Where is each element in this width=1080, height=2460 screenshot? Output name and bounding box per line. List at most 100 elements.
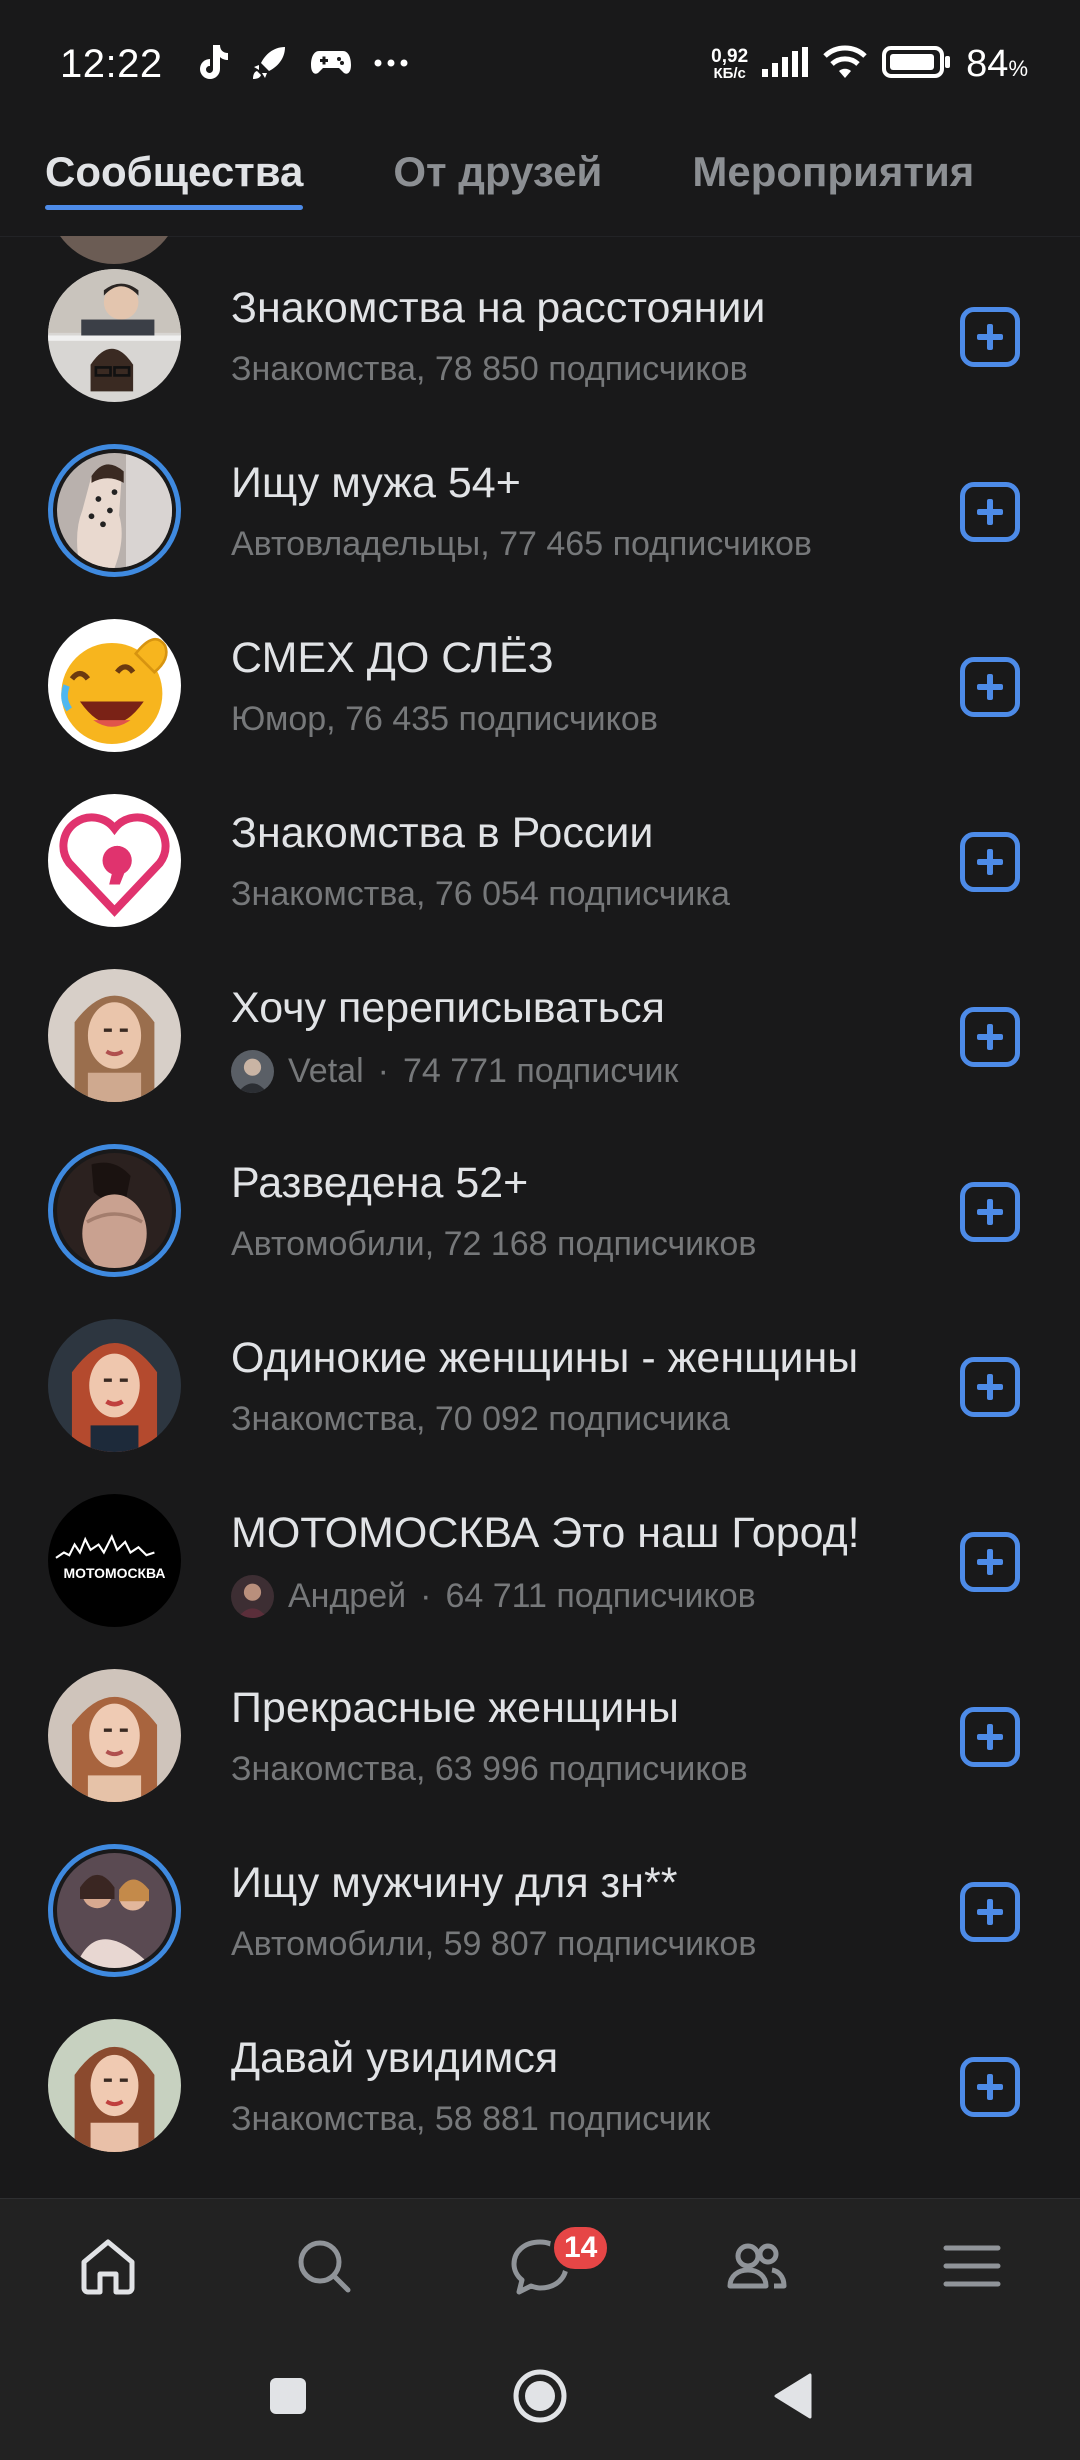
- community-meta: Автомобили, 72 168 подписчиков: [231, 1225, 757, 1263]
- home-button[interactable]: [510, 2366, 570, 2426]
- list-item[interactable]: Давай увидимся Знакомства, 58 881 подпис…: [0, 1998, 1080, 2173]
- separator: ·: [420, 1577, 432, 1615]
- home-icon: [74, 2232, 142, 2300]
- community-title: МОТОМОСКВА Это наш Город!: [231, 1509, 860, 1557]
- join-community-button[interactable]: [960, 832, 1020, 892]
- friend-name: Андрей: [288, 1577, 407, 1615]
- community-list[interactable]: Знакомства на расстоянии Знакомства, 78 …: [0, 236, 1080, 2198]
- square-icon: [270, 2378, 306, 2414]
- community-title: Разведена 52+: [231, 1159, 529, 1207]
- subscriber-count: 63 996 подписчиков: [434, 1750, 748, 1788]
- battery-percent-value: 84: [966, 42, 1009, 85]
- avatar: [48, 2019, 181, 2152]
- gamepad-icon: [310, 47, 351, 82]
- community-category: Автовладельцы: [231, 525, 481, 563]
- subscriber-count: 59 807 подписчиков: [443, 1925, 757, 1963]
- avatar: [48, 794, 181, 927]
- join-community-button[interactable]: [960, 1882, 1020, 1942]
- join-community-button[interactable]: [960, 307, 1020, 367]
- avatar: [48, 1144, 181, 1277]
- avatar: [48, 269, 181, 402]
- list-item[interactable]: СМЕХ ДО СЛЁЗ Юмор, 76 435 подписчиков: [0, 598, 1080, 773]
- back-button[interactable]: [770, 2371, 814, 2421]
- subscriber-count: 78 850 подписчиков: [434, 350, 748, 388]
- join-community-button[interactable]: [960, 1357, 1020, 1417]
- community-meta: Автовладельцы, 77 465 подписчиков: [231, 525, 812, 563]
- circle-icon: [513, 2369, 567, 2423]
- join-community-button[interactable]: [960, 2057, 1020, 2117]
- community-title: Ищу мужчину для зн**: [231, 1859, 678, 1907]
- nav-menu[interactable]: [864, 2199, 1080, 2332]
- list-item[interactable]: Хочу переписываться Vetal · 74 771 подписч…: [0, 948, 1080, 1123]
- community-title: Хочу переписываться: [231, 984, 665, 1032]
- network-speed: 0,92 КБ/с: [711, 47, 748, 81]
- tab-communities[interactable]: Сообщества: [45, 128, 304, 236]
- list-item[interactable]: Ищу мужа 54+ Автовладельцы, 77 465 подпи…: [0, 423, 1080, 598]
- community-category: Знакомства: [231, 1750, 416, 1788]
- community-meta: Знакомства, 76 054 подписчика: [231, 875, 730, 913]
- list-item[interactable]: МОТОМОСКВА МОТОМОСКВА Это наш Город! Анд…: [0, 1473, 1080, 1648]
- community-category: Знакомства: [231, 875, 416, 913]
- bottom-navigation: 14: [0, 2198, 1080, 2332]
- list-item[interactable]: Прекрасные женщины Знакомства, 63 996 по…: [0, 1648, 1080, 1823]
- tab-from-friends[interactable]: От друзей: [393, 128, 602, 236]
- community-category: Автомобили: [231, 1225, 425, 1263]
- avatar-image: [57, 1853, 172, 1968]
- avatar: МОТОМОСКВА: [48, 1494, 181, 1627]
- nav-messages[interactable]: 14: [432, 2199, 648, 2332]
- battery-percent: 84%: [966, 43, 1028, 86]
- list-item[interactable]: Знакомства в России Знакомства, 76 054 п…: [0, 773, 1080, 948]
- list-item[interactable]: Ищу мужчину для зн** Автомобили, 59 807 …: [0, 1823, 1080, 1998]
- screen: 12:22 0,92 КБ/с 84% Сообщества От друзей…: [0, 0, 1080, 2460]
- status-left: 12:22: [60, 42, 409, 87]
- join-community-button[interactable]: [960, 482, 1020, 542]
- join-community-button[interactable]: [960, 1182, 1020, 1242]
- nav-home[interactable]: [0, 2199, 216, 2332]
- community-title: Знакомства в России: [231, 809, 654, 857]
- tab-events[interactable]: Мероприятия: [692, 128, 974, 236]
- community-category: Знакомства: [231, 1400, 416, 1438]
- community-category: Юмор: [231, 700, 327, 738]
- nav-search[interactable]: [216, 2199, 432, 2332]
- recents-button[interactable]: [266, 2374, 310, 2418]
- join-community-button[interactable]: [960, 657, 1020, 717]
- signal-icon: [762, 46, 809, 82]
- join-community-button[interactable]: [960, 1532, 1020, 1592]
- notification-icons: [195, 43, 409, 86]
- subscriber-count: 76 435 подписчиков: [345, 700, 658, 738]
- avatar: [48, 969, 181, 1102]
- status-right: 0,92 КБ/с 84%: [711, 43, 1028, 86]
- subscriber-count: 70 092 подписчика: [434, 1400, 730, 1438]
- list-item[interactable]: Разведена 52+ Автомобили, 72 168 подписч…: [0, 1123, 1080, 1298]
- tab-bar: Сообщества От друзей Мероприятия: [0, 128, 1080, 236]
- community-meta: Андрей · 64 711 подписчиков: [231, 1575, 901, 1618]
- status-bar: 12:22 0,92 КБ/с 84%: [0, 0, 1080, 128]
- subscriber-count: 76 054 подписчика: [434, 875, 730, 913]
- menu-icon: [938, 2232, 1006, 2300]
- friend-avatar: [231, 1050, 274, 1093]
- community-title: Ищу мужа 54+: [231, 459, 521, 507]
- community-category: Автомобили: [231, 1925, 425, 1963]
- community-meta: Знакомства, 63 996 подписчиков: [231, 1750, 748, 1788]
- avatar: [48, 619, 181, 752]
- status-time: 12:22: [60, 41, 163, 86]
- subscriber-count: 74 771 подписчик: [402, 1052, 679, 1090]
- subscriber-count: 72 168 подписчиков: [443, 1225, 757, 1263]
- more-notifications-icon: [373, 55, 409, 73]
- community-title: Знакомства на расстоянии: [231, 284, 766, 332]
- list-item[interactable]: Одинокие женщины - женщины Знакомства, 7…: [0, 1298, 1080, 1473]
- subscriber-count: 77 465 подписчиков: [499, 525, 812, 563]
- list-item[interactable]: Знакомства на расстоянии Знакомства, 78 …: [0, 248, 1080, 423]
- join-community-button[interactable]: [960, 1007, 1020, 1067]
- wifi-icon: [822, 44, 868, 85]
- avatar-image: [57, 453, 172, 568]
- subscriber-count: 64 711 подписчиков: [445, 1577, 756, 1615]
- community-meta: Знакомства, 70 092 подписчика: [231, 1400, 730, 1438]
- community-title: СМЕХ ДО СЛЁЗ: [231, 634, 554, 682]
- nav-friends[interactable]: [648, 2199, 864, 2332]
- join-community-button[interactable]: [960, 1707, 1020, 1767]
- community-title: Прекрасные женщины: [231, 1684, 679, 1732]
- battery-icon: [882, 45, 952, 83]
- unread-badge: 14: [550, 2223, 612, 2273]
- network-speed-value: 0,92: [711, 46, 749, 67]
